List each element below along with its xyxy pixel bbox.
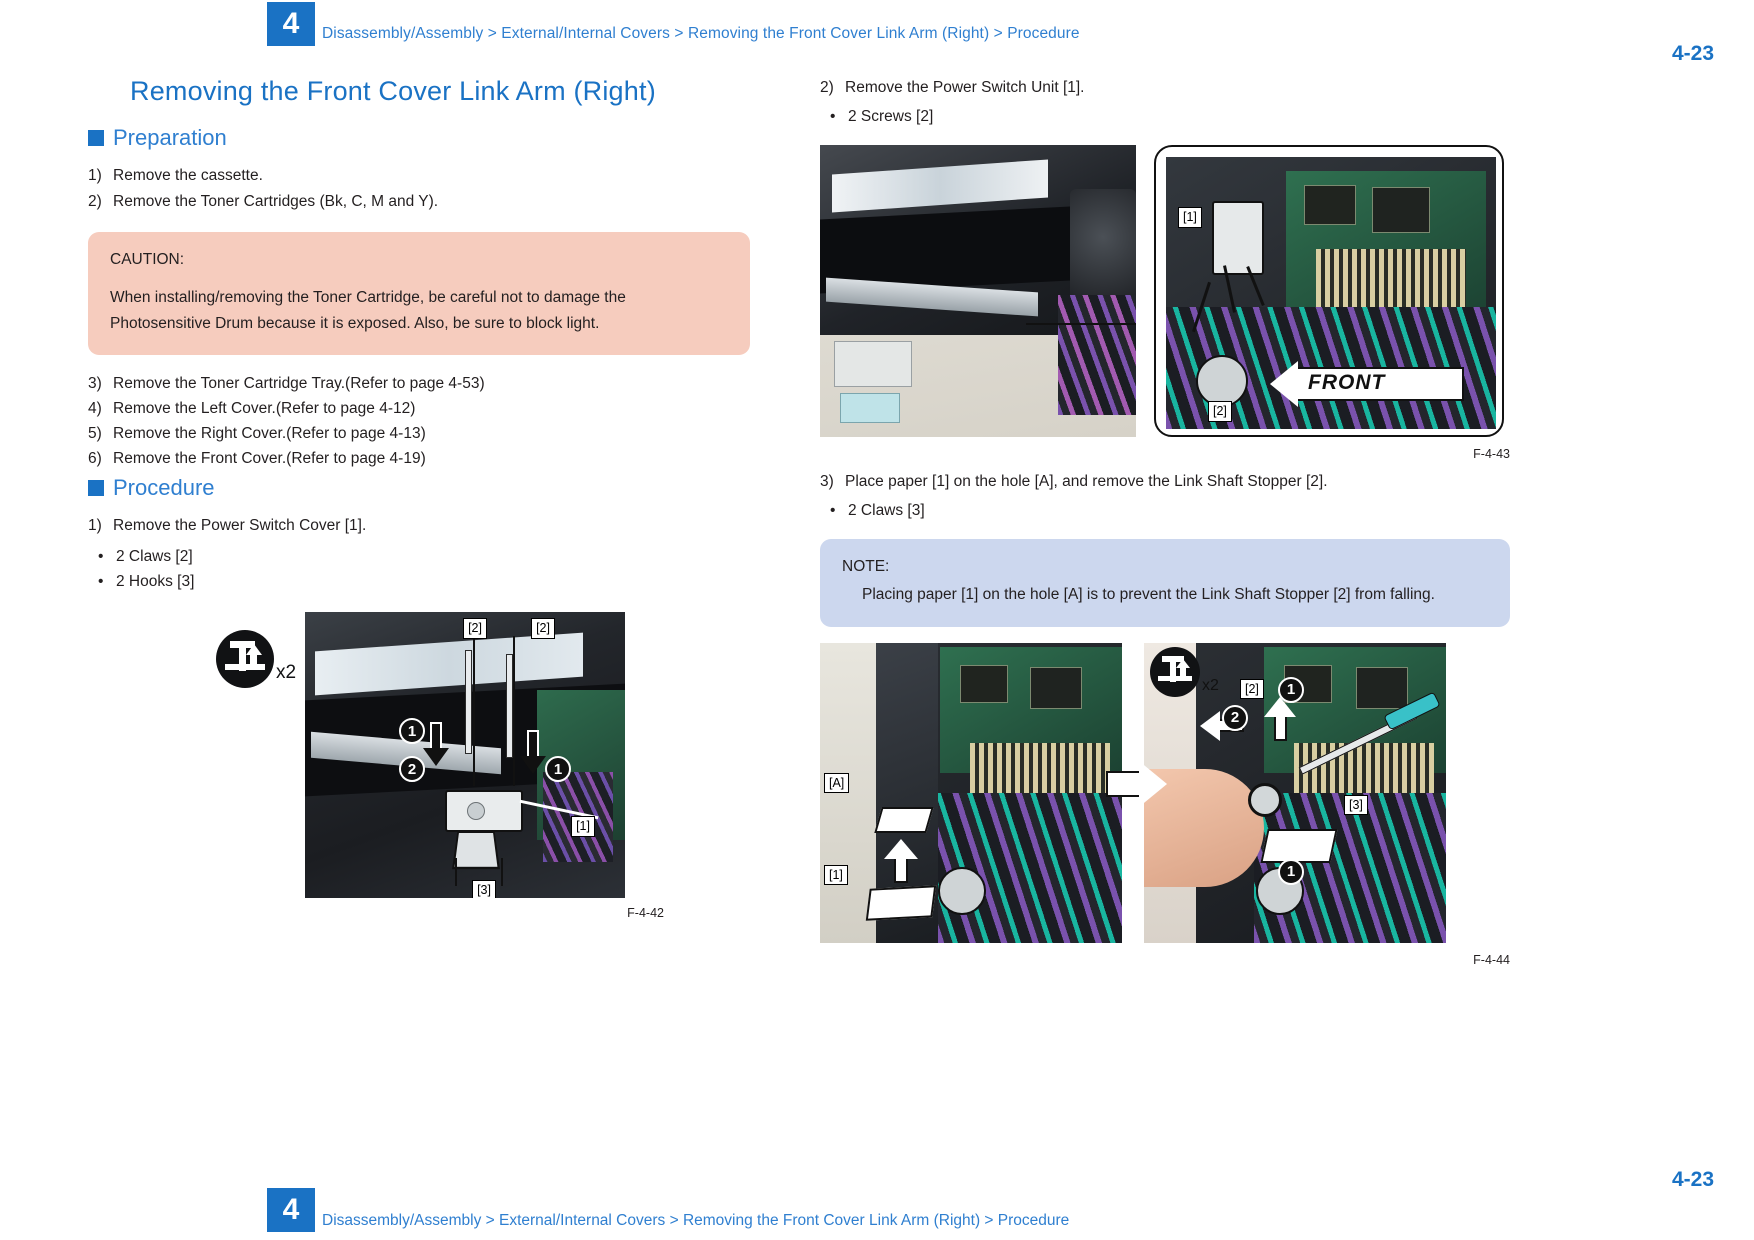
- figure-caption: F-4-44: [1473, 952, 1510, 967]
- icon-multiplier: x2: [276, 662, 297, 684]
- step-number: 3): [820, 473, 834, 491]
- list-item: • 2 Claws [2]: [88, 544, 788, 569]
- page-footer: 4 Disassembly/Assembly > External/Intern…: [0, 1160, 1754, 1240]
- caution-box: CAUTION: When installing/removing the To…: [88, 231, 750, 355]
- breadcrumb[interactable]: Disassembly/Assembly > External/Internal…: [322, 1212, 1069, 1230]
- step-text: Remove the Front Cover.(Refer to page 4-…: [113, 450, 426, 468]
- callout-tag: [A]: [824, 772, 850, 793]
- step-number: 6): [88, 450, 102, 468]
- section-heading-label: Preparation: [113, 125, 227, 151]
- page-number-top: 4-23: [1671, 42, 1714, 65]
- chapter-badge: 4: [267, 1188, 315, 1232]
- callout-tag: [2]: [463, 618, 487, 639]
- list-item: 3) Place paper [1] on the hole [A], and …: [820, 469, 1510, 494]
- callout-tag: [2]: [1240, 678, 1264, 699]
- step-text: Remove the Right Cover.(Refer to page 4-…: [113, 424, 426, 442]
- step-text: Place paper [1] on the hole [A], and rem…: [845, 473, 1328, 491]
- figure-f-4-44: [A] [1] [2] [3] 1 2 1 x2 F-4-44: [820, 642, 1510, 967]
- note-body: Placing paper [1] on the hole [A] is to …: [862, 586, 1435, 604]
- figure-photo-left: [A] [1]: [820, 642, 1122, 943]
- list-item: • 2 Hooks [3]: [88, 569, 788, 594]
- callout-tag: [1]: [1178, 207, 1202, 228]
- transition-arrow-icon: [1106, 760, 1167, 807]
- bullet-dot-icon: •: [98, 548, 104, 566]
- callout-tag: [2]: [531, 618, 555, 639]
- step-number: 4): [88, 399, 102, 417]
- bullet-text: 2 Claws [2]: [116, 548, 193, 566]
- list-item: 2) Remove the Power Switch Unit [1].: [820, 75, 1510, 100]
- front-label: FRONT: [1308, 371, 1386, 395]
- claw-release-icon: [1150, 646, 1200, 697]
- left-column: Removing the Front Cover Link Arm (Right…: [88, 75, 788, 920]
- right-column: 2) Remove the Power Switch Unit [1]. • 2…: [820, 75, 1510, 967]
- step-text: Remove the Toner Cartridges (Bk, C, M an…: [113, 192, 439, 210]
- step-text: Remove the Power Switch Unit [1].: [845, 79, 1085, 96]
- procedure-step-3: 3) Place paper [1] on the hole [A], and …: [820, 469, 1510, 523]
- caution-title: CAUTION:: [110, 250, 185, 268]
- list-item: 1) Remove the cassette.: [88, 163, 788, 188]
- callout-tag: [1]: [824, 864, 848, 885]
- figure-photo: [2] [2] [1] [3] 1 2 1: [305, 612, 626, 899]
- figure-photo-right: [2] [3] 1 2 1 x2: [1144, 642, 1446, 943]
- section-heading-label: Procedure: [113, 475, 215, 501]
- figure-inset: FRONT [1] [2]: [1154, 145, 1504, 438]
- icon-multiplier: x2: [1202, 676, 1219, 694]
- bullet-text: 2 Claws [3]: [848, 502, 925, 520]
- step-number: 1): [88, 167, 102, 185]
- page-number-bottom: 4-23: [1671, 1168, 1714, 1191]
- square-bullet-icon: [88, 480, 104, 497]
- figure-caption: F-4-43: [1473, 447, 1510, 462]
- note-box: NOTE: Placing paper [1] on the hole [A] …: [820, 539, 1510, 627]
- page-header: 4 Disassembly/Assembly > External/Intern…: [0, 0, 1754, 65]
- list-item: 3) Remove the Toner Cartridge Tray.(Refe…: [88, 371, 788, 396]
- list-item: • 2 Screws [2]: [820, 104, 1510, 129]
- step-text: Remove the Left Cover.(Refer to page 4-1…: [113, 399, 416, 417]
- callout-tag: [1]: [571, 816, 595, 837]
- page-title: Removing the Front Cover Link Arm (Right…: [130, 76, 656, 106]
- step-text: Remove the cassette.: [113, 167, 263, 185]
- bullet-text: 2 Hooks [3]: [116, 573, 195, 591]
- step-number: 3): [88, 374, 102, 392]
- list-item: 5) Remove the Right Cover.(Refer to page…: [88, 421, 788, 446]
- section-heading-preparation: Preparation: [88, 127, 788, 149]
- list-item: 6) Remove the Front Cover.(Refer to page…: [88, 446, 788, 471]
- step-number: 2): [820, 79, 834, 96]
- bullet-dot-icon: •: [98, 573, 104, 591]
- breadcrumb[interactable]: Disassembly/Assembly > External/Internal…: [322, 25, 1080, 43]
- preparation-steps-continued: 3) Remove the Toner Cartridge Tray.(Refe…: [88, 371, 788, 471]
- figure-photo-left: [820, 145, 1136, 438]
- caution-body: When installing/removing the Toner Cartr…: [110, 288, 626, 332]
- figure-caption: F-4-42: [627, 906, 664, 921]
- list-item: 2) Remove the Toner Cartridges (Bk, C, M…: [88, 189, 788, 214]
- bullet-dot-icon: •: [830, 502, 836, 520]
- step-callout: 1: [1278, 676, 1304, 703]
- bullet-dot-icon: •: [830, 108, 836, 126]
- step-number: 5): [88, 424, 102, 442]
- section-heading-procedure: Procedure: [88, 477, 788, 499]
- callout-tag: [2]: [1208, 401, 1232, 422]
- step-text: Remove the Power Switch Cover [1].: [113, 517, 367, 535]
- callout-tag: [3]: [1344, 794, 1368, 815]
- list-item: 1) Remove the Power Switch Cover [1].: [88, 513, 788, 538]
- figure-f-4-42: x2 [2] [2] [1] [3] 1 2 1 F-4-42: [216, 612, 756, 920]
- procedure-step-1: 1) Remove the Power Switch Cover [1]. • …: [88, 513, 788, 594]
- callout-tag: [3]: [472, 880, 496, 899]
- list-item: 4) Remove the Left Cover.(Refer to page …: [88, 396, 788, 421]
- step-callout: 1: [1278, 858, 1304, 885]
- note-title: NOTE:: [842, 558, 890, 576]
- procedure-step-2: 2) Remove the Power Switch Unit [1]. • 2…: [820, 75, 1510, 129]
- step-callout: 2: [1222, 704, 1248, 731]
- list-item: • 2 Claws [3]: [820, 498, 1510, 523]
- step-number: 1): [88, 517, 102, 535]
- square-bullet-icon: [88, 130, 104, 147]
- step-text: Remove the Toner Cartridge Tray.(Refer t…: [113, 374, 485, 392]
- chapter-badge: 4: [267, 2, 315, 46]
- bullet-text: 2 Screws [2]: [848, 108, 934, 126]
- figure-f-4-43: FRONT [1] [2] F-4-43: [820, 145, 1510, 461]
- preparation-steps: 1) Remove the cassette. 2) Remove the To…: [88, 163, 788, 213]
- step-number: 2): [88, 192, 102, 210]
- claw-release-icon: [216, 630, 274, 689]
